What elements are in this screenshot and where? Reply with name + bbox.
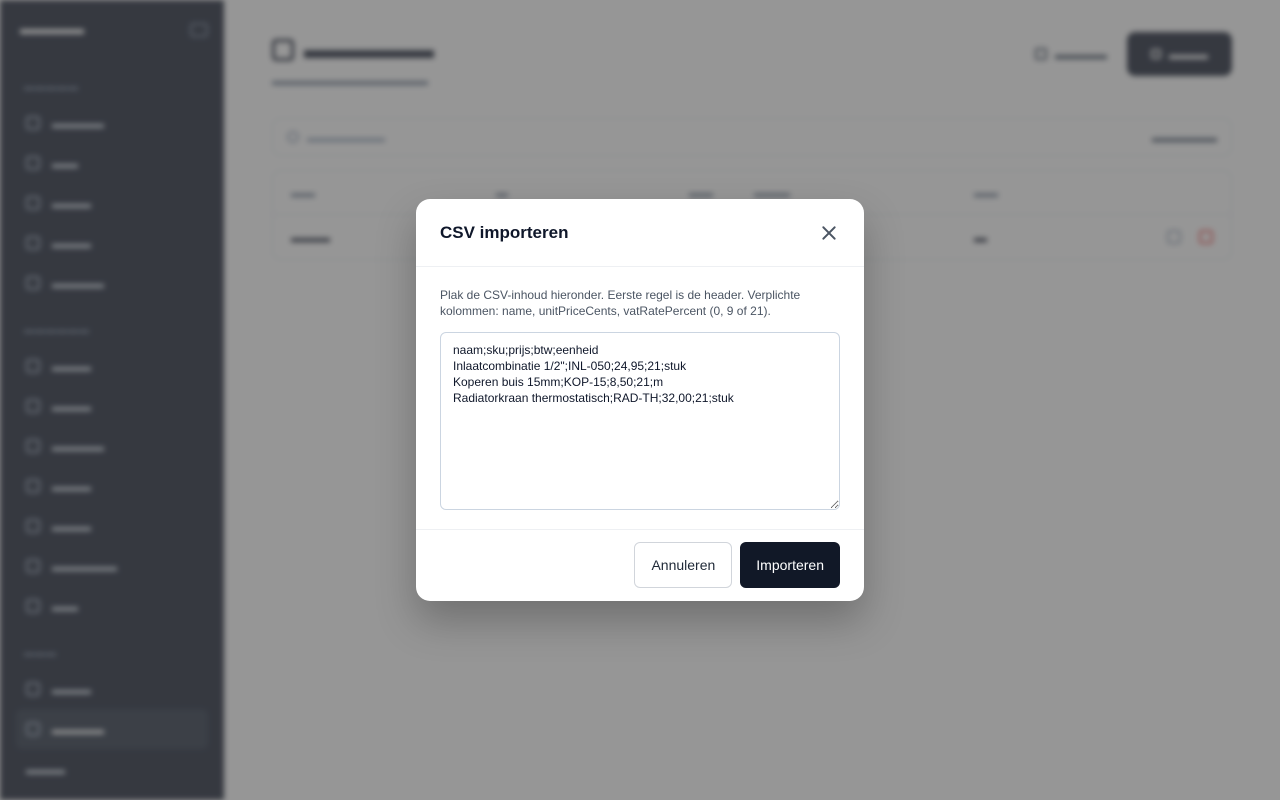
cancel-button[interactable]: Annuleren <box>634 542 733 588</box>
dialog-body: Plak de CSV-inhoud hieronder. Eerste reg… <box>416 267 864 530</box>
dialog-header: CSV importeren <box>416 199 864 267</box>
dialog-footer: Annuleren Importeren <box>416 530 864 600</box>
import-button[interactable]: Importeren <box>740 542 840 588</box>
dialog-title: CSV importeren <box>440 222 569 242</box>
close-icon[interactable] <box>818 222 840 244</box>
csv-import-dialog: CSV importeren Plak de CSV-inhoud hieron… <box>416 199 864 601</box>
csv-content-textarea[interactable]: naam;sku;prijs;btw;eenheid Inlaatcombina… <box>440 332 840 510</box>
dialog-description: Plak de CSV-inhoud hieronder. Eerste reg… <box>440 288 801 318</box>
